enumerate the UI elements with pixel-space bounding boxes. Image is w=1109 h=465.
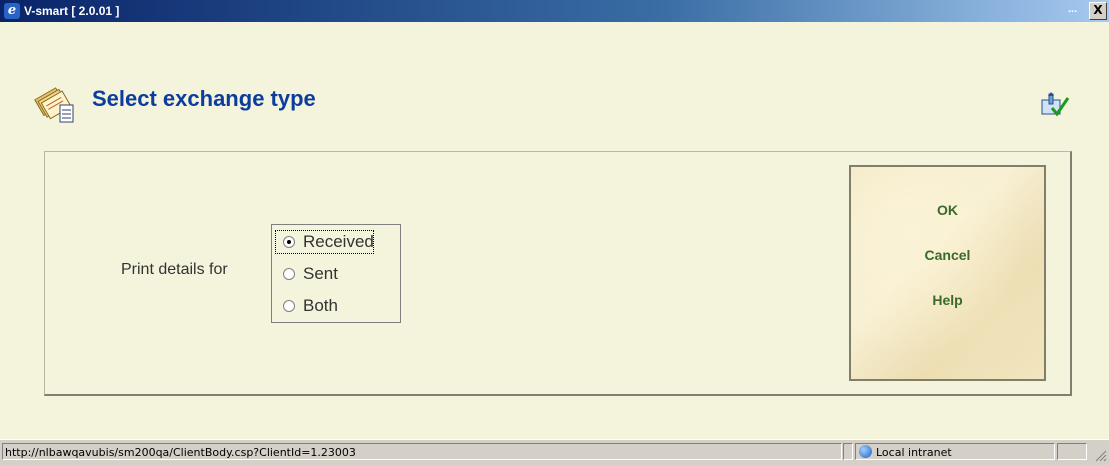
resize-grip-icon[interactable]	[1093, 448, 1107, 462]
window-title: V-smart [ 2.0.01 ]	[24, 4, 120, 18]
globe-icon	[859, 445, 872, 458]
radio-label: Both	[303, 296, 338, 315]
status-url: http://nlbawqavubis/sm200qa/ClientBody.c…	[2, 443, 842, 460]
status-segment	[1057, 443, 1087, 460]
radio-label: Sent	[303, 264, 338, 283]
radio-button[interactable]	[283, 236, 295, 248]
minimize-button[interactable]: ...	[1068, 3, 1077, 15]
ie-icon: e	[4, 3, 20, 19]
print-details-label: Print details for	[121, 261, 228, 278]
radio-button[interactable]	[283, 268, 295, 280]
page-title: Select exchange type	[92, 86, 316, 111]
radio-button[interactable]	[283, 300, 295, 312]
close-button[interactable]: X	[1089, 2, 1107, 20]
radio-label: Received	[303, 232, 374, 251]
zone-label: Local intranet	[876, 446, 952, 459]
radio-both[interactable]: Both	[275, 294, 338, 318]
documents-icon	[34, 87, 74, 123]
cancel-button[interactable]: Cancel	[851, 247, 1044, 263]
button-box: OK Cancel Help	[849, 165, 1046, 381]
security-zone: Local intranet	[855, 443, 1055, 460]
exchange-type-radio-group: Received Sent Both	[271, 224, 401, 323]
title-bar: e V-smart [ 2.0.01 ] ... X	[0, 0, 1109, 22]
radio-received[interactable]: Received	[275, 230, 374, 254]
wizard-check-icon[interactable]	[1040, 90, 1070, 120]
status-segment	[843, 443, 853, 460]
status-bar: http://nlbawqavubis/sm200qa/ClientBody.c…	[0, 439, 1109, 465]
ok-button[interactable]: OK	[851, 202, 1044, 218]
help-button[interactable]: Help	[851, 292, 1044, 308]
radio-selected-dot	[287, 240, 291, 244]
radio-sent[interactable]: Sent	[275, 262, 338, 286]
